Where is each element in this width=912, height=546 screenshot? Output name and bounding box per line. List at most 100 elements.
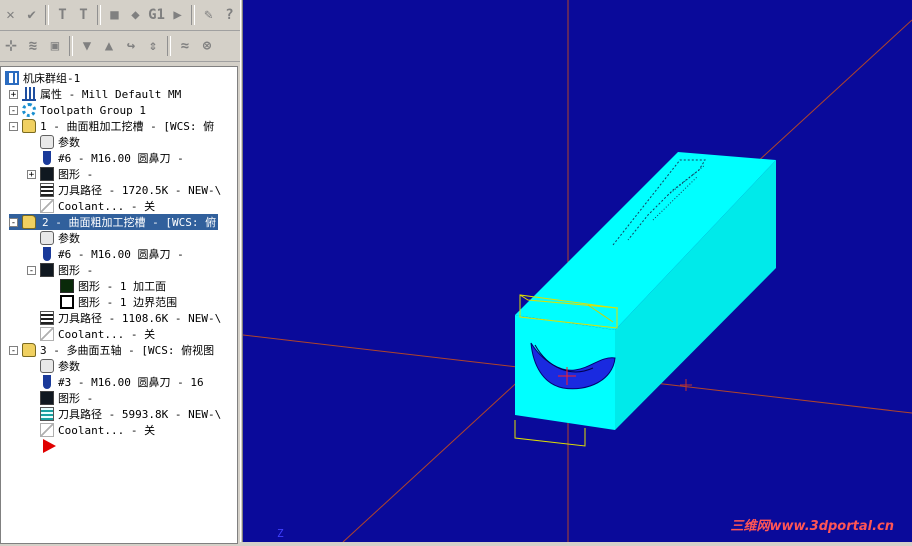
tool-icon [43, 151, 51, 165]
tree-row-label: 参数 [58, 232, 80, 245]
graphics-viewport[interactable]: Z 三维网www.3dportal.cn [242, 0, 912, 543]
tree-row-label: 图形 - 1 加工面 [78, 280, 167, 293]
watermark: 三维网www.3dportal.cn [730, 519, 894, 534]
toolbar-divider [69, 36, 73, 56]
toolbar-divider [191, 5, 195, 25]
tree-row-label: 图形 - 1 边界范围 [78, 296, 178, 309]
operations-toolbar: ⊹ ≋ ▣ ▼ ▲ ↪ ⇕ ≈ ⊗ [0, 31, 240, 62]
wave-icon[interactable]: ≋ [22, 35, 44, 57]
tool-icon [43, 375, 51, 389]
arrow-right-icon[interactable]: ▶ [167, 4, 188, 26]
tree-row[interactable]: 图形 - [27, 390, 93, 406]
toolpath-icon [40, 407, 54, 421]
tree-row[interactable]: #3 - M16.00 圆鼻刀 - 16 [27, 374, 204, 390]
scene-svg [242, 0, 912, 543]
tree-row[interactable]: + 属性 - Mill Default MM [9, 86, 181, 102]
tree-expander[interactable]: - [27, 265, 36, 275]
select-all-icon[interactable]: ✕ [0, 4, 21, 26]
tree-row-label: 刀具路径 - 1108.6K - NEW-\ [58, 312, 222, 325]
tree-row-label: 图形 - [58, 264, 94, 277]
triangle-up-icon[interactable]: ▲ [98, 35, 120, 57]
geometry-icon [40, 263, 54, 277]
tree-expander[interactable]: - [9, 121, 18, 131]
tree-row[interactable]: Coolant... - 关 [27, 422, 155, 438]
tree-row-label: 3 - 多曲面五轴 - [WCS: 俯视图 [40, 344, 215, 357]
geometry-icon [40, 391, 54, 405]
boundary-icon [60, 295, 74, 309]
tree-row-label: 属性 - Mill Default MM [40, 88, 182, 101]
g1-button[interactable]: G1 [146, 4, 167, 26]
tree-row-label: Coolant... - 关 [58, 424, 156, 437]
tree-expander[interactable]: + [27, 169, 36, 179]
tree-row[interactable]: #6 - M16.00 圆鼻刀 - [27, 150, 184, 166]
operations-tree[interactable]: 机床群组-1 + 属性 - Mill Default MM - Toolpath Gro… [0, 66, 238, 544]
tree-expander[interactable]: - [9, 105, 18, 115]
tree-row[interactable]: 刀具路径 - 1108.6K - NEW-\ [27, 310, 221, 326]
toolpath-clear-icon[interactable]: T [73, 4, 94, 26]
tree-row[interactable]: + 图形 - [27, 166, 93, 182]
tree-expander[interactable]: + [9, 89, 18, 99]
tree-row[interactable]: 机床群组-1 [5, 70, 80, 86]
link-icon[interactable]: ⊗ [196, 35, 218, 57]
tree-row[interactable]: Coolant... - 关 [27, 326, 155, 342]
tree-row-label: 刀具路径 - 5993.8K - NEW-\ [58, 408, 222, 421]
tree-row-label: 机床群组-1 [23, 72, 81, 85]
folder-icon [22, 215, 36, 229]
coolant-icon [40, 423, 54, 437]
coolant-icon [40, 199, 54, 213]
tree-row[interactable]: 参数 [27, 230, 80, 246]
tree-row-label: 2 - 曲面粗加工挖槽 - [WCS: 俯 [42, 216, 217, 229]
parameters-icon [40, 231, 54, 245]
tree-row-label: 1 - 曲面粗加工挖槽 - [WCS: 俯 [40, 120, 215, 133]
tree-row[interactable]: 刀具路径 - 1720.5K - NEW-\ [27, 182, 221, 198]
properties-icon [22, 87, 36, 101]
tree-row-label: Toolpath Group 1 [40, 103, 146, 117]
triangle-down-icon[interactable]: ▼ [76, 35, 98, 57]
move-icon[interactable]: ⊹ [0, 35, 22, 57]
tree-expander[interactable]: - [9, 217, 18, 227]
shape-icon[interactable]: ◆ [125, 4, 146, 26]
lock-icon[interactable]: ▣ [44, 35, 66, 57]
tree-row[interactable]: 刀具路径 - 5993.8K - NEW-\ [27, 406, 221, 422]
tree-row-label: #6 - M16.00 圆鼻刀 - [58, 248, 184, 261]
tree-row[interactable]: 参数 [27, 358, 80, 374]
parameters-icon [40, 135, 54, 149]
machine-group-icon [5, 71, 19, 85]
toolpath-icon [40, 311, 54, 325]
edit-icon[interactable]: ✎ [198, 4, 219, 26]
tree-row-label: 图形 - [58, 168, 94, 181]
tree-expander[interactable]: - [9, 345, 18, 355]
toolbar-divider [45, 5, 49, 25]
tree-row[interactable]: 参数 [27, 134, 80, 150]
tree-row[interactable]: 图形 - 1 边界范围 [47, 294, 177, 310]
coolant-icon [40, 327, 54, 341]
tree-row-label: #6 - M16.00 圆鼻刀 - [58, 152, 184, 165]
z-axis-label: Z [277, 527, 284, 540]
stop-icon[interactable]: ■ [104, 4, 125, 26]
tree-row[interactable]: - 2 - 曲面粗加工挖槽 - [WCS: 俯 [9, 214, 219, 230]
insert-marker-icon[interactable] [43, 439, 56, 453]
tree-row[interactable]: 图形 - 1 加工面 [47, 278, 166, 294]
parameters-icon [40, 359, 54, 373]
tree-row-label: 刀具路径 - 1720.5K - NEW-\ [58, 184, 222, 197]
toolpath-group-icon [22, 103, 36, 117]
tree-row[interactable]: Coolant... - 关 [27, 198, 155, 214]
help-button[interactable]: ? [219, 4, 240, 26]
loop-icon[interactable]: ↪ [120, 35, 142, 57]
tree-row-label: #3 - M16.00 圆鼻刀 - 16 [58, 376, 204, 389]
tree-row-label: 参数 [58, 136, 80, 149]
regenerate-icon[interactable]: ✔ [21, 4, 42, 26]
tree-row[interactable]: - 图形 - [27, 262, 93, 278]
tree-row-label: Coolant... - 关 [58, 328, 156, 341]
wave2-icon[interactable]: ≈ [174, 35, 196, 57]
updown-icon[interactable]: ⇕ [142, 35, 164, 57]
tree-row-label: 图形 - [58, 392, 94, 405]
tree-row[interactable]: #6 - M16.00 圆鼻刀 - [27, 246, 184, 262]
tree-row[interactable]: - 1 - 曲面粗加工挖槽 - [WCS: 俯 [9, 118, 214, 134]
toolbar-divider [97, 5, 101, 25]
toolpath-filter-icon[interactable]: T [52, 4, 73, 26]
tree-row[interactable]: - Toolpath Group 1 [9, 102, 146, 118]
folder-icon [22, 119, 36, 133]
tree-row[interactable]: - 3 - 多曲面五轴 - [WCS: 俯视图 [9, 342, 214, 358]
toolpath-icon [40, 183, 54, 197]
